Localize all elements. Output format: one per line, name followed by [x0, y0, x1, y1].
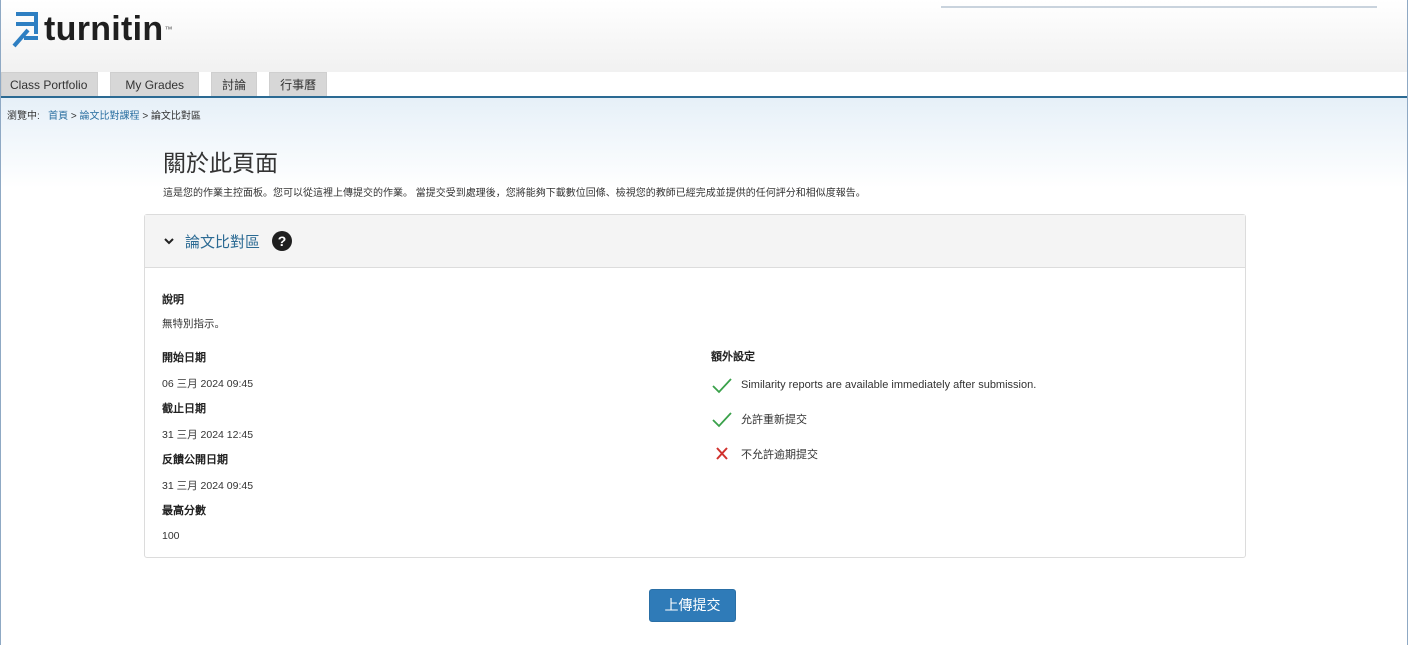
tab-class-portfolio[interactable]: Class Portfolio: [1, 72, 99, 96]
cross-icon: [716, 447, 728, 460]
breadcrumb-home[interactable]: 首頁: [48, 111, 68, 122]
feedback-date-label: 反饋公開日期: [162, 454, 228, 466]
main-tabs: Class Portfolio My Grades 討論 行事曆: [1, 72, 339, 96]
breadcrumb-prefix: 瀏覽中:: [7, 111, 40, 122]
turnitin-logo[interactable]: turnitin ™: [10, 10, 172, 48]
page-description: 這是您的作業主控面板。您可以從這裡上傳提交的作業。 當提交受到處理後，您將能夠下…: [163, 188, 866, 199]
assignment-title[interactable]: 論文比對區: [185, 231, 260, 252]
setting-text: 不允許逾期提交: [741, 449, 818, 461]
max-points-value: 100: [162, 530, 180, 542]
due-date-label: 截止日期: [162, 403, 206, 415]
header-divider: [941, 6, 1377, 8]
due-date-value: 31 三月 2024 12:45: [162, 429, 254, 441]
page-title: 關於此頁面: [163, 150, 278, 176]
chevron-down-icon[interactable]: [163, 235, 175, 247]
setting-resubmission: 允許重新提交: [711, 410, 807, 428]
upload-submission-button[interactable]: 上傳提交: [649, 589, 736, 622]
assignment-panel: 論文比對區 ? 說明 無特別指示。 開始日期 06 三月 2024 09:45 …: [144, 214, 1246, 558]
check-icon: [712, 378, 732, 394]
tab-my-grades[interactable]: My Grades: [110, 72, 200, 96]
setting-similarity-reports: Similarity reports are available immedia…: [711, 376, 1036, 394]
max-points-label: 最高分數: [162, 505, 206, 517]
instructions-value: 無特別指示。: [162, 318, 225, 330]
breadcrumb-separator: >: [142, 111, 149, 122]
page: turnitin ™ Class Portfolio My Grades 討論 …: [0, 0, 1408, 645]
header-bar: turnitin ™: [1, 0, 1407, 72]
breadcrumb-course[interactable]: 論文比對課程: [80, 111, 140, 122]
setting-text: Similarity reports are available immedia…: [741, 379, 1037, 391]
breadcrumb: 瀏覽中: 首頁 > 論文比對課程 > 論文比對區: [7, 107, 201, 122]
tab-discussion[interactable]: 討論: [211, 72, 258, 96]
turnitin-logo-icon: [12, 12, 38, 48]
setting-text: 允許重新提交: [741, 414, 807, 426]
breadcrumb-current: 論文比對區: [150, 111, 201, 122]
brand-name: turnitin: [44, 10, 164, 48]
extra-settings-title: 額外設定: [711, 351, 755, 363]
brand-tm: ™: [164, 24, 173, 34]
start-date-value: 06 三月 2024 09:45: [162, 378, 254, 390]
breadcrumb-separator: >: [70, 111, 77, 122]
feedback-date-value: 31 三月 2024 09:45: [162, 480, 254, 492]
help-icon[interactable]: ?: [272, 231, 293, 251]
setting-late-submission: 不允許逾期提交: [711, 445, 818, 463]
tab-calendar[interactable]: 行事曆: [269, 72, 328, 96]
assignment-panel-header[interactable]: 論文比對區 ?: [145, 215, 1245, 268]
start-date-label: 開始日期: [162, 352, 206, 364]
instructions-label: 說明: [162, 294, 184, 306]
check-icon: [712, 412, 732, 428]
